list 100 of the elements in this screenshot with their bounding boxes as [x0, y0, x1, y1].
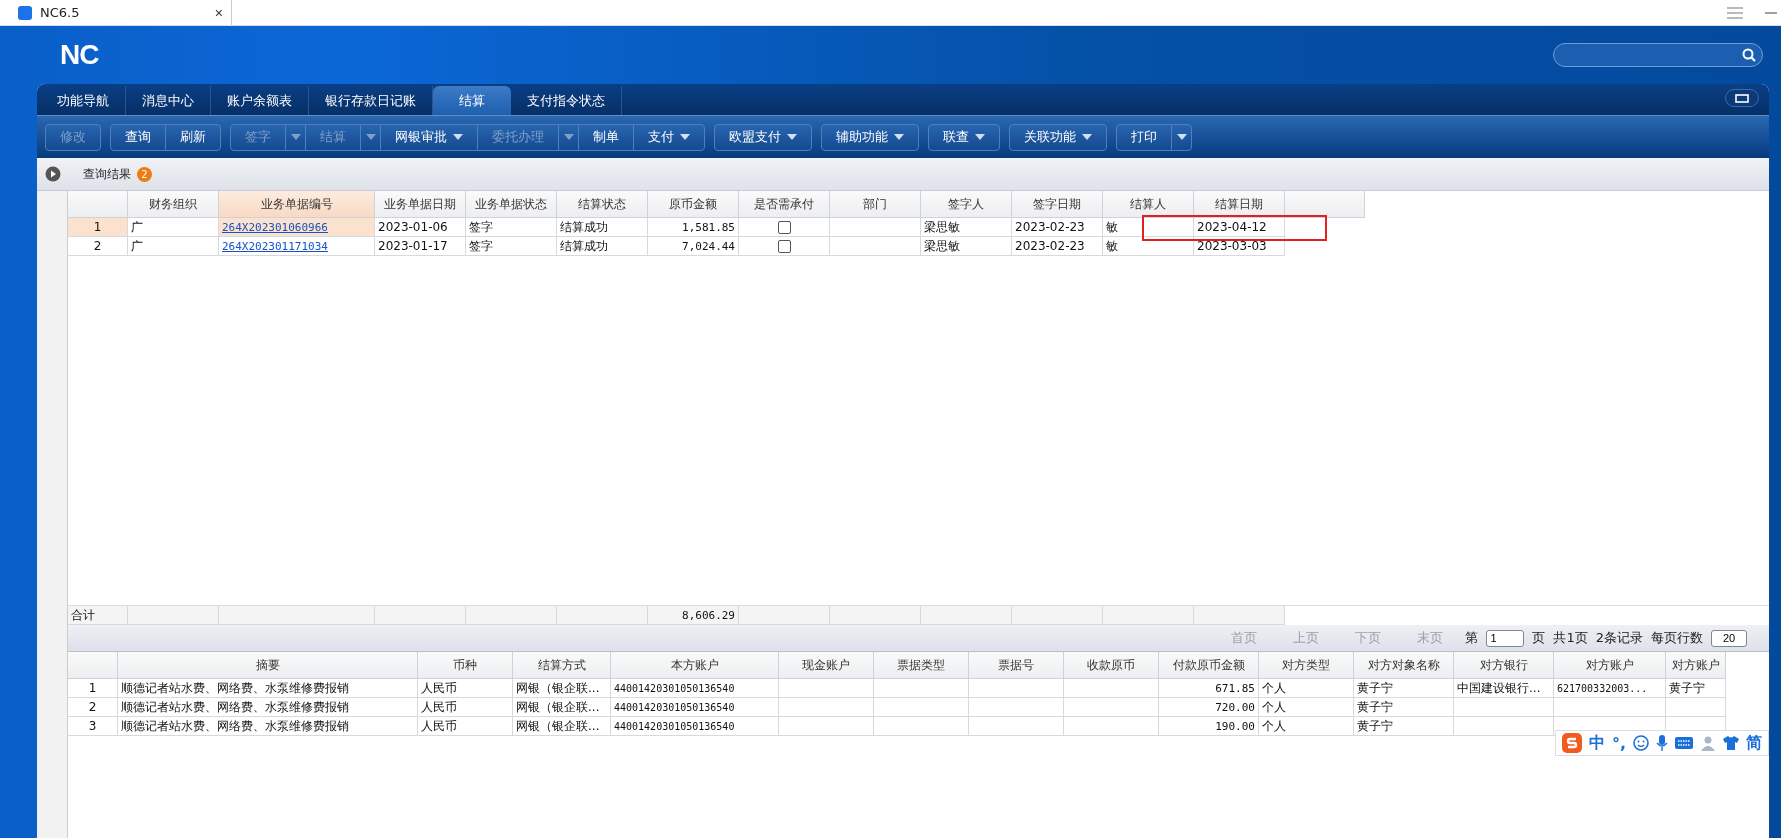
column-header[interactable]: 业务单据编号 [219, 191, 375, 218]
column-header[interactable]: 签字人 [921, 191, 1012, 218]
column-header[interactable]: 票据类型 [874, 652, 969, 679]
account-number: 44001420301050136540 [614, 720, 735, 732]
microphone-icon[interactable] [1656, 735, 1668, 751]
toolbar-button[interactable]: 制单 [578, 124, 633, 150]
column-header[interactable]: 结算人 [1103, 191, 1194, 218]
search-icon[interactable] [1742, 48, 1756, 62]
cell-text: 黄子宁 [1669, 679, 1705, 697]
column-header[interactable]: 是否需承付 [739, 191, 830, 218]
total-amount: 8,606.29 [682, 608, 735, 622]
cell-text: 顺德记者站水费、网络费、水泵维修费报销 [121, 679, 349, 697]
toolbar-button[interactable]: 欧盟支付 [715, 124, 811, 150]
toolbar-button[interactable]: 辅助功能 [822, 124, 918, 150]
cell-text: 个人 [1262, 717, 1286, 735]
nc-logo: NC [60, 39, 99, 71]
caret-icon [975, 134, 985, 140]
column-header[interactable]: 签字日期 [1012, 191, 1103, 218]
amount-text: 190.00 [1215, 719, 1255, 733]
shirt-icon[interactable] [1723, 736, 1739, 750]
column-header[interactable]: 本方账户 [611, 652, 779, 679]
nav-tab[interactable]: 结算 [433, 86, 511, 115]
column-header[interactable]: 结算状态 [557, 191, 648, 218]
row-number: 1 [68, 218, 128, 237]
checkbox[interactable] [777, 239, 791, 253]
maximize-button[interactable] [1725, 89, 1759, 107]
column-header[interactable]: 对方银行 [1454, 652, 1554, 679]
cell-text: 梁思敏 [924, 218, 960, 236]
cell-text: 顺德记者站水费、网络费、水泵维修费报销 [121, 698, 349, 716]
cell-text: 2023-01-17 [378, 239, 448, 253]
column-header[interactable]: 对方账户 [1554, 652, 1666, 679]
result-title: 查询结果 [83, 165, 131, 183]
input-mode-text[interactable]: 中 [1588, 732, 1605, 754]
page-label: 页 [1532, 629, 1546, 647]
column-header[interactable]: 币种 [418, 652, 513, 679]
input-method-logo-icon[interactable] [1561, 733, 1582, 753]
column-header[interactable]: 部门 [830, 191, 921, 218]
column-header[interactable]: 对方账户 [1666, 652, 1726, 679]
column-header[interactable]: 业务单据日期 [375, 191, 466, 218]
cell-text: 2023-04-12 [1197, 220, 1267, 234]
toolbar-button[interactable]: 支付 [633, 124, 704, 150]
amount-text: 720.00 [1215, 700, 1255, 714]
column-header[interactable]: 对方对象名称 [1354, 652, 1454, 679]
caret-icon [563, 134, 574, 140]
column-header[interactable]: 结算方式 [513, 652, 611, 679]
toolbar-button[interactable]: 查询 [111, 124, 165, 150]
cell-text: 人民币 [421, 679, 457, 697]
close-button[interactable]: × [214, 4, 223, 21]
column-header[interactable]: 付款原币金额 [1159, 652, 1259, 679]
app-logo-icon [18, 5, 32, 20]
amount-text: 7,024.44 [682, 239, 735, 253]
caret-icon [290, 134, 301, 140]
amount-text: 671.85 [1215, 681, 1255, 695]
cell-text: 2023-03-03 [1197, 239, 1267, 253]
column-header[interactable]: 票据号 [969, 652, 1064, 679]
cell-text: 网银（银企联... [516, 679, 600, 697]
cell-text: 黄子宁 [1357, 679, 1393, 697]
column-header[interactable]: 财务组织 [128, 191, 219, 218]
script-mode-text[interactable]: 简 [1746, 732, 1762, 754]
caret-icon [894, 134, 904, 140]
toolbar-button[interactable]: 联查 [929, 124, 999, 150]
account-number: 44001420301050136540 [614, 701, 735, 713]
cell-text: 人民币 [421, 698, 457, 716]
column-header [68, 652, 118, 679]
caret-icon [787, 134, 797, 140]
rows-per-page-label: 每页行数 [1651, 629, 1703, 647]
search-field[interactable] [1553, 43, 1763, 67]
page-input[interactable]: 1 [1486, 629, 1525, 647]
cell-text: 2023-01-06 [378, 220, 448, 234]
bill-number-link[interactable]: 264X202301060966 [222, 220, 328, 234]
row-number: 1 [68, 679, 118, 698]
punctuation-text[interactable]: °, [1611, 733, 1626, 753]
cell-text: 网银（银企联... [516, 717, 600, 735]
column-header[interactable]: 业务单据状态 [466, 191, 557, 218]
caret-icon [365, 134, 376, 140]
toolbar-button[interactable]: 刷新 [165, 124, 220, 150]
rows-per-page-input[interactable]: 20 [1711, 629, 1747, 647]
column-header[interactable]: 收款原币 [1064, 652, 1159, 679]
column-header[interactable]: 原币金额 [648, 191, 739, 218]
cell-text: 人民币 [421, 717, 457, 735]
column-header[interactable]: 摘要 [118, 652, 418, 679]
column-header[interactable]: 结算日期 [1194, 191, 1285, 218]
cell-text: 个人 [1262, 679, 1286, 697]
column-header[interactable]: 对方类型 [1259, 652, 1354, 679]
total-pages-text: 共1页 [1553, 629, 1588, 647]
toolbar-button[interactable]: 网银审批 [380, 124, 477, 150]
bill-number-link[interactable]: 264X202301171034 [222, 239, 328, 253]
toolbar-button[interactable]: 关联功能 [1010, 124, 1106, 150]
keyboard-icon[interactable] [1675, 737, 1693, 749]
record-count-text: 2条记录 [1595, 629, 1643, 647]
cell-text: 个人 [1262, 698, 1286, 716]
smiley-icon[interactable] [1633, 735, 1649, 751]
caret-icon [1082, 134, 1092, 140]
cell-text: 签字 [469, 218, 493, 236]
expand-icon[interactable] [45, 166, 61, 182]
column-header[interactable]: 现金账户 [779, 652, 874, 679]
checkbox[interactable] [777, 220, 791, 234]
cell-text: 2023-02-23 [1015, 220, 1085, 234]
caret-icon [453, 134, 463, 140]
cell-text: 梁思敏 [924, 237, 960, 255]
